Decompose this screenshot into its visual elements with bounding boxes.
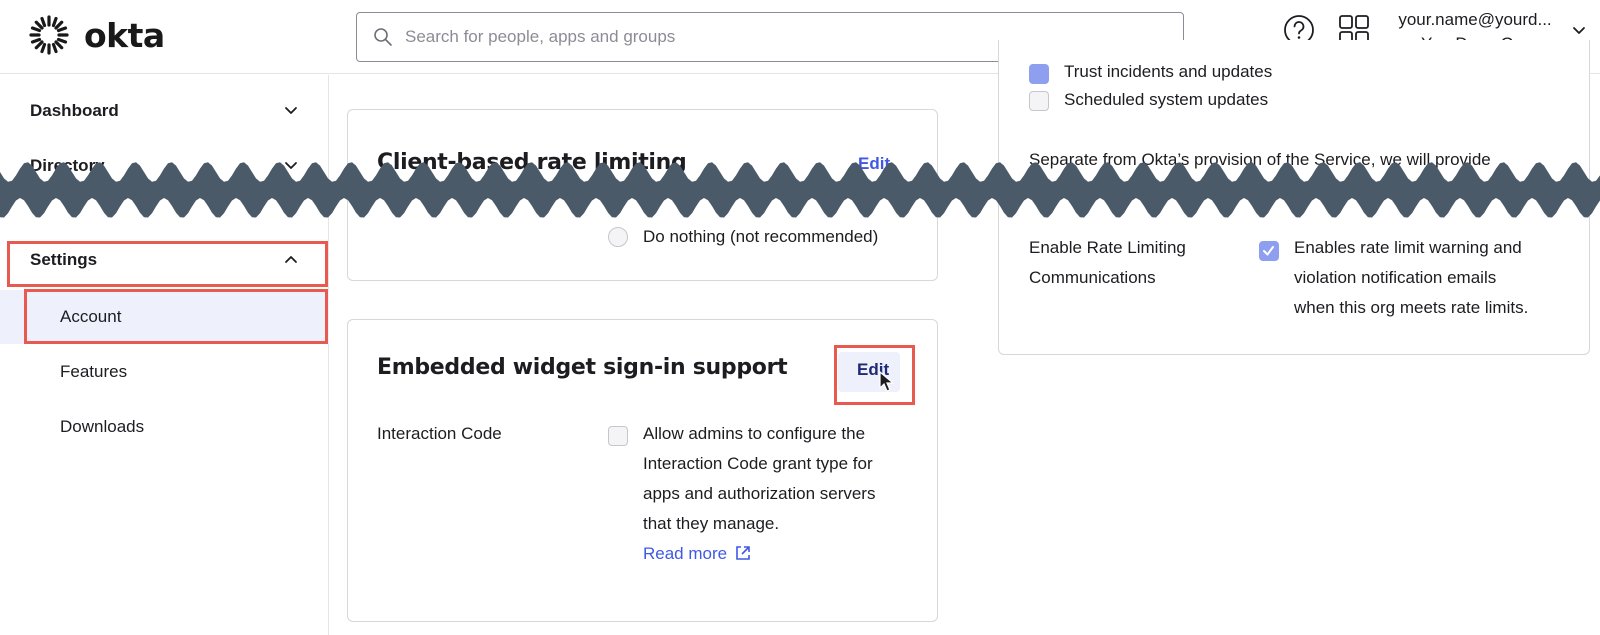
sidebar-subitem-label: Downloads [60, 417, 145, 436]
chevron-down-icon[interactable] [1570, 22, 1588, 40]
torn-page-break [0, 162, 1600, 218]
logo-text: okta [84, 15, 165, 55]
radio-do-nothing[interactable] [608, 227, 628, 247]
card-title: Embedded widget sign-in support [377, 355, 788, 380]
description-line: that they manage. [643, 514, 780, 533]
label-line: Enable Rate Limiting [1029, 238, 1186, 257]
interaction-code-checkbox[interactable] [608, 426, 628, 446]
user-email: your.name@yourd... [1398, 10, 1552, 29]
option-scheduled-label: Scheduled system updates [1064, 90, 1269, 109]
sidebar-subitem-label: Features [60, 362, 128, 381]
chevron-down-icon [285, 107, 297, 114]
check-icon [1263, 246, 1274, 256]
settings-highlight-box [7, 241, 328, 287]
description-line: when this org meets rate limits. [1294, 298, 1529, 317]
rate-limiting-description: Enables rate limit warning and violation… [1294, 233, 1584, 323]
okta-logo[interactable]: okta [28, 14, 165, 56]
okta-sunburst-icon [29, 15, 69, 55]
account-highlight-box [24, 289, 328, 344]
scheduled-checkbox[interactable] [1029, 91, 1049, 111]
option-trust-label: Trust incidents and updates [1064, 62, 1273, 81]
trust-checkbox[interactable] [1029, 64, 1049, 84]
read-more-link[interactable]: Read more [643, 539, 923, 569]
interaction-code-description: Allow admins to configure the Interactio… [643, 419, 923, 569]
sidebar-subitem-downloads[interactable]: Downloads [0, 400, 329, 454]
interaction-code-label: Interaction Code [377, 424, 502, 443]
read-more-text[interactable]: Read more [643, 544, 727, 563]
label-line: Communications [1029, 268, 1156, 287]
external-link-icon [736, 546, 750, 560]
sidebar-subitem-features[interactable]: Features [0, 345, 329, 399]
sidebar-item-label: Dashboard [30, 101, 119, 120]
rate-limiting-checkbox[interactable] [1259, 241, 1279, 261]
search-icon [374, 28, 392, 46]
sidebar-item-dashboard[interactable]: Dashboard [0, 88, 329, 134]
rate-limiting-label: Enable Rate Limiting Communications [1029, 233, 1186, 293]
description-line: apps and authorization servers [643, 484, 876, 503]
description-line: Interaction Code grant type for [643, 454, 873, 473]
description-line: violation notification emails [1294, 268, 1497, 287]
description-line: Enables rate limit warning and [1294, 238, 1522, 257]
edit-highlight-box [834, 345, 915, 405]
description-line: Allow admins to configure the [643, 424, 866, 443]
